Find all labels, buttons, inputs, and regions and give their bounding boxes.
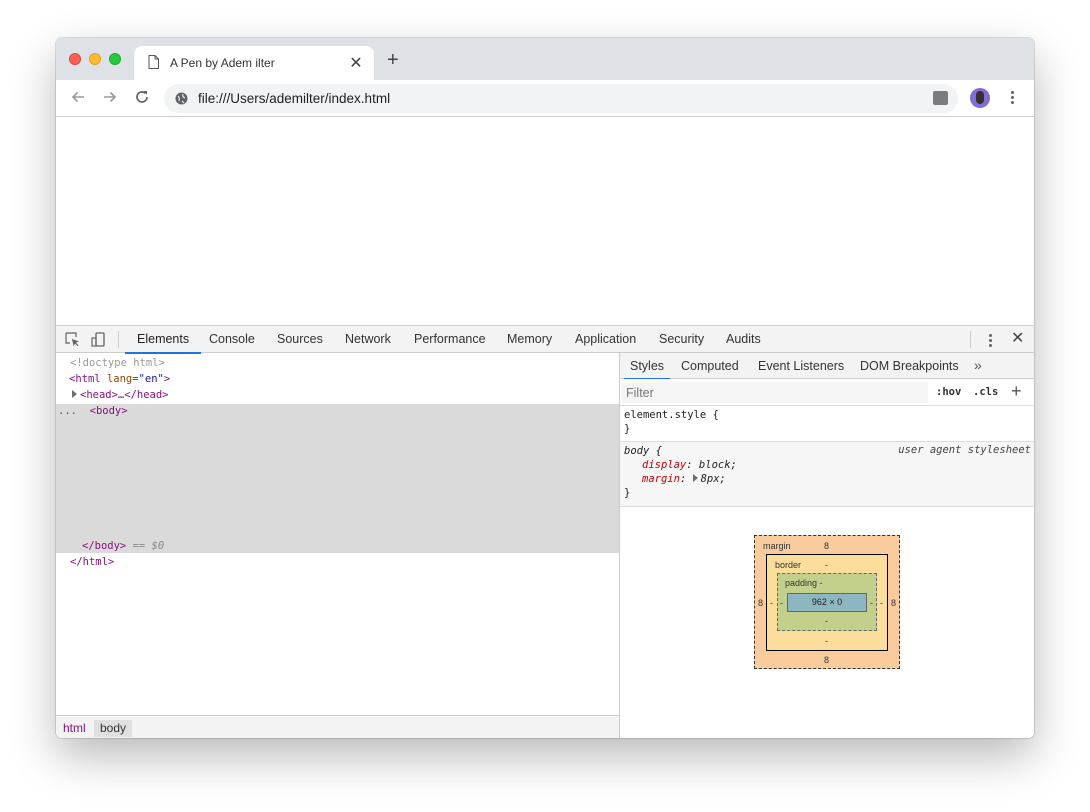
tab-elements[interactable]: Elements xyxy=(124,326,202,354)
devtools-panel: Elements Console Sources Network Perform… xyxy=(56,325,1034,738)
style-declaration-display[interactable]: display: block; xyxy=(620,458,1034,472)
toolbar-divider xyxy=(118,331,119,348)
breadcrumb: html body xyxy=(56,715,619,738)
new-tab-button[interactable]: + xyxy=(387,50,399,70)
toolbar-divider xyxy=(970,331,971,348)
back-button[interactable] xyxy=(68,89,88,109)
globe-icon[interactable] xyxy=(175,92,188,105)
style-declaration-margin[interactable]: margin: 8px; xyxy=(620,472,1034,486)
body-node-open[interactable]: ... <body> xyxy=(58,403,128,419)
browser-tab[interactable]: A Pen by Adem ilter ✕ xyxy=(134,46,374,80)
head-node[interactable]: <head>…</head> xyxy=(72,387,169,403)
rule-source-link: user agent stylesheet xyxy=(898,444,1031,456)
reload-icon xyxy=(136,91,148,103)
devtools-tab-bar: Elements Console Sources Network Perform… xyxy=(56,326,1034,354)
address-bar[interactable]: file:///Users/ademilter/index.html xyxy=(164,84,958,113)
tab-audits[interactable]: Audits xyxy=(726,326,761,353)
expand-triangle-icon[interactable] xyxy=(692,474,698,482)
class-toggle[interactable]: .cls xyxy=(973,386,998,398)
tab-memory[interactable]: Memory xyxy=(507,326,552,353)
selected-node-highlight xyxy=(56,404,619,553)
window-maximize-button[interactable] xyxy=(109,53,121,65)
padding-label: padding - xyxy=(785,578,823,588)
tab-title: A Pen by Adem ilter xyxy=(170,56,275,70)
border-label: border xyxy=(775,560,802,570)
devtools-close-icon[interactable]: ✕ xyxy=(1011,330,1024,348)
more-tabs-icon[interactable]: » xyxy=(974,357,982,373)
tab-security[interactable]: Security xyxy=(659,326,704,353)
sidebar-tab-bar: Styles Computed Event Listeners DOM Brea… xyxy=(620,353,1034,380)
box-model-padding[interactable]: padding - - - - 962 × 0 xyxy=(777,573,877,631)
body-style-rule[interactable]: body { user agent stylesheet display: bl… xyxy=(620,442,1034,507)
window-minimize-button[interactable] xyxy=(89,53,101,65)
node-actions-icon[interactable]: ... xyxy=(58,405,77,417)
tab-event-listeners[interactable]: Event Listeners xyxy=(758,353,844,379)
rule-selector: element.style { xyxy=(624,409,719,421)
border-right-value[interactable]: - xyxy=(880,598,883,608)
styles-sidebar: Styles Computed Event Listeners DOM Brea… xyxy=(620,353,1034,738)
border-bottom-value[interactable]: - xyxy=(825,636,828,646)
margin-top-value[interactable]: 8 xyxy=(824,541,829,551)
forward-button[interactable] xyxy=(100,89,120,109)
body-node-close[interactable]: </body> == $0 xyxy=(82,538,164,554)
border-left-value[interactable]: - xyxy=(770,598,773,608)
tab-console[interactable]: Console xyxy=(209,326,255,353)
url-text[interactable]: file:///Users/ademilter/index.html xyxy=(198,91,390,106)
browser-window: A Pen by Adem ilter ✕ + file:///Users/ad… xyxy=(56,38,1034,738)
tab-computed[interactable]: Computed xyxy=(681,353,739,379)
styles-filter-row: :hov .cls + xyxy=(620,379,1034,406)
profile-avatar[interactable] xyxy=(970,88,990,108)
margin-bottom-value[interactable]: 8 xyxy=(824,655,829,665)
tab-network[interactable]: Network xyxy=(345,326,391,353)
reload-button[interactable] xyxy=(132,89,152,109)
page-viewport xyxy=(56,117,1034,325)
inspect-element-icon[interactable] xyxy=(65,332,80,347)
padding-bottom-value[interactable]: - xyxy=(825,616,828,626)
rule-close-brace: } xyxy=(624,423,631,435)
rule-close-brace: } xyxy=(624,487,631,499)
doctype-node[interactable]: <!doctype html> xyxy=(70,355,165,371)
browser-menu-icon[interactable] xyxy=(1009,89,1015,109)
expand-triangle-icon[interactable] xyxy=(72,390,77,398)
elements-tree: <!doctype html> <html lang="en"> <head>…… xyxy=(56,353,619,715)
browser-toolbar: file:///Users/ademilter/index.html xyxy=(56,80,1034,117)
tab-sources[interactable]: Sources xyxy=(277,326,323,353)
element-style-rule[interactable]: element.style { } xyxy=(620,406,1034,442)
border-top-value[interactable]: - xyxy=(825,560,828,570)
hover-state-toggle[interactable]: :hov xyxy=(936,386,961,398)
padding-right-value[interactable]: - xyxy=(870,598,873,608)
box-model-border[interactable]: border - - - - padding - - - - 962 × 0 xyxy=(766,554,888,651)
window-close-button[interactable] xyxy=(69,53,81,65)
translate-icon[interactable] xyxy=(933,91,948,105)
padding-left-value[interactable]: - xyxy=(780,598,783,608)
html-close-node[interactable]: </html> xyxy=(70,554,114,570)
box-model-margin[interactable]: margin 8 8 8 8 border - - - - padding - … xyxy=(754,535,900,669)
margin-left-value[interactable]: 8 xyxy=(758,598,763,608)
html-node[interactable]: <html lang="en"> xyxy=(69,371,170,387)
tab-styles[interactable]: Styles xyxy=(623,353,671,380)
new-style-rule-icon[interactable]: + xyxy=(1011,381,1022,401)
tab-close-icon[interactable]: ✕ xyxy=(348,53,364,73)
document-icon xyxy=(148,55,159,69)
tab-strip: A Pen by Adem ilter ✕ + xyxy=(56,38,1034,80)
tab-dom-breakpoints[interactable]: DOM Breakpoints xyxy=(860,353,959,379)
box-model-content-size[interactable]: 962 × 0 xyxy=(787,593,867,612)
margin-label: margin xyxy=(763,541,791,551)
forward-arrow-icon xyxy=(104,91,117,103)
margin-right-value[interactable]: 8 xyxy=(891,598,896,608)
styles-filter-input[interactable] xyxy=(622,382,928,403)
breadcrumb-body[interactable]: body xyxy=(94,720,133,737)
tab-performance[interactable]: Performance xyxy=(414,326,486,353)
tab-application[interactable]: Application xyxy=(575,326,636,353)
devtools-menu-icon[interactable] xyxy=(987,333,993,347)
breadcrumb-html[interactable]: html xyxy=(57,720,92,737)
device-toolbar-icon[interactable] xyxy=(91,332,106,347)
back-arrow-icon xyxy=(71,91,84,103)
